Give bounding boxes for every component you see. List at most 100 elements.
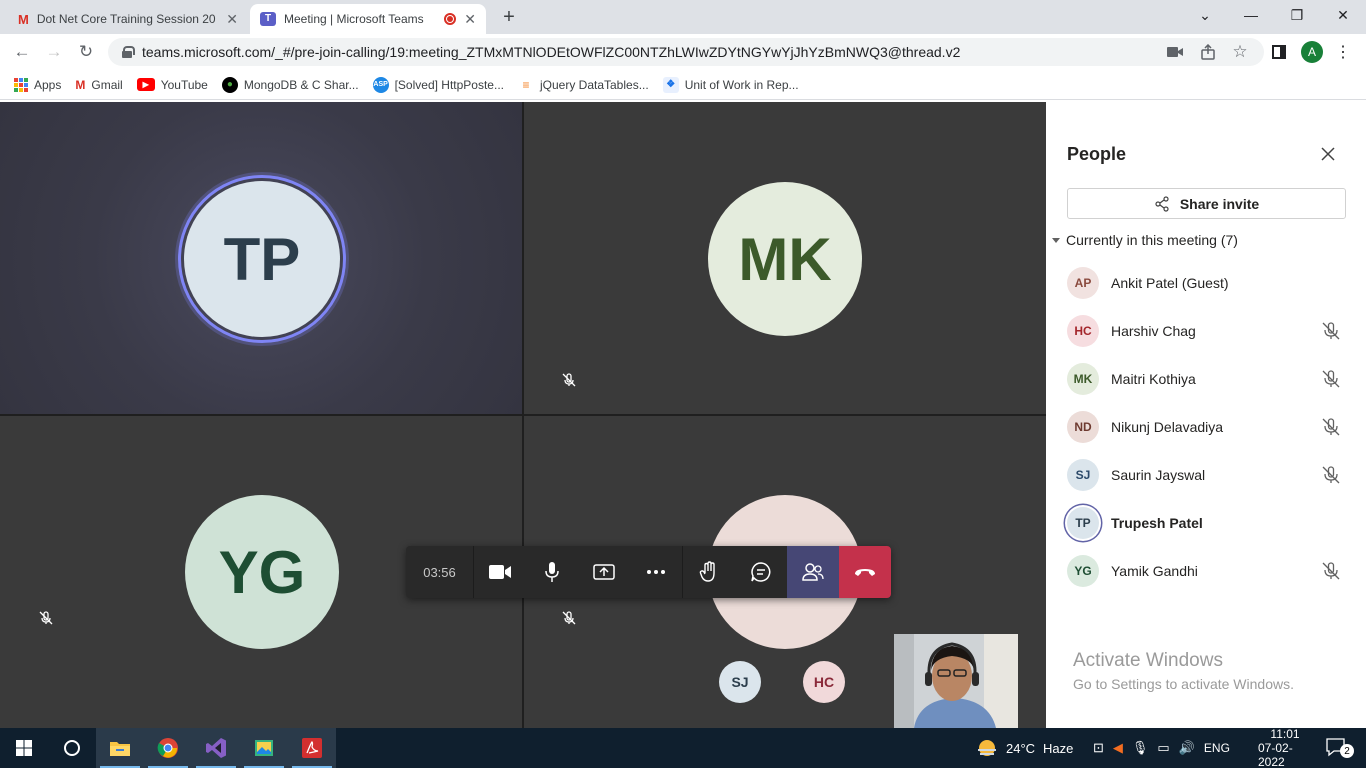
clock-date: 07-02-2022 xyxy=(1258,741,1293,769)
participant-row[interactable]: TP Trupesh Patel xyxy=(1067,505,1347,541)
tab-search-icon[interactable]: ⌄ xyxy=(1182,0,1228,30)
url-text: teams.microsoft.com/_#/pre-join-calling/… xyxy=(142,44,961,60)
meeting-section-header[interactable]: Currently in this meeting (7) xyxy=(1052,232,1238,248)
avatar: MK xyxy=(1067,363,1099,395)
mic-button[interactable] xyxy=(526,546,578,598)
bookmark-jquery[interactable]: ≡ jQuery DataTables... xyxy=(517,76,649,93)
visual-studio-icon[interactable] xyxy=(192,728,240,768)
overflow-avatar[interactable]: SJ xyxy=(719,661,761,703)
raise-hand-button[interactable] xyxy=(683,546,735,598)
weather-condition: Haze xyxy=(1043,740,1074,756)
mongodb-icon: ● xyxy=(221,76,238,93)
self-video-preview[interactable] xyxy=(894,634,1018,728)
wifi-icon[interactable]: ▭ xyxy=(1157,740,1169,756)
blog-icon: ❖ xyxy=(662,76,679,93)
avatar: MK xyxy=(708,182,862,336)
call-controls: 03:56 xyxy=(406,546,891,598)
weather-widget[interactable]: 24°C Haze xyxy=(976,728,1073,768)
language-indicator[interactable]: ENG xyxy=(1204,741,1230,755)
leave-call-button[interactable] xyxy=(839,546,891,598)
share-page-icon[interactable] xyxy=(1197,41,1219,63)
mic-off-icon xyxy=(1322,562,1340,580)
close-window-button[interactable]: ✕ xyxy=(1320,0,1366,30)
bookmark-gmail[interactable]: M Gmail xyxy=(75,78,122,92)
more-dots-icon xyxy=(647,570,665,574)
participant-row[interactable]: YG Yamik Gandhi xyxy=(1067,553,1347,589)
participant-name: Trupesh Patel xyxy=(1111,515,1203,531)
close-icon[interactable] xyxy=(1318,144,1338,164)
participant-name: Saurin Jayswal xyxy=(1111,467,1206,483)
more-actions-button[interactable] xyxy=(630,546,682,598)
tab-gmail[interactable]: M Dot Net Core Training Session 20 ✕ xyxy=(8,4,248,34)
volume-muted-icon[interactable]: ◀ xyxy=(1113,740,1123,756)
minimize-button[interactable]: — xyxy=(1228,0,1274,30)
reload-icon[interactable]: ↻ xyxy=(70,36,102,68)
camera-icon[interactable] xyxy=(1164,41,1186,63)
bookmark-unitofwork[interactable]: ❖ Unit of Work in Rep... xyxy=(662,76,799,93)
chat-bubble-icon xyxy=(751,562,771,582)
share-invite-button[interactable]: Share invite xyxy=(1067,188,1346,219)
side-panel-icon[interactable] xyxy=(1268,41,1290,63)
clock[interactable]: 11:01 07-02-2022 xyxy=(1258,727,1312,769)
tab-teams[interactable]: T Meeting | Microsoft Teams ✕ xyxy=(250,4,486,34)
video-icon xyxy=(489,565,511,579)
windows-start-icon[interactable] xyxy=(0,728,48,768)
menu-kebab-icon[interactable]: ⋮ xyxy=(1332,41,1354,63)
chrome-icon[interactable] xyxy=(144,728,192,768)
image-viewer-icon[interactable] xyxy=(240,728,288,768)
new-tab-button[interactable]: + xyxy=(498,6,520,28)
people-button[interactable] xyxy=(787,546,839,598)
acrobat-icon[interactable] xyxy=(288,728,336,768)
profile-avatar[interactable]: A xyxy=(1301,41,1323,63)
weather-temperature: 24°C xyxy=(1006,740,1036,756)
overflow-avatar[interactable]: HC xyxy=(803,661,845,703)
speaker-icon[interactable]: 🔊 xyxy=(1179,740,1195,756)
participant-name: Harshiv Chag xyxy=(1111,323,1196,339)
participant-row[interactable]: AP Ankit Patel (Guest) xyxy=(1067,265,1347,301)
participant-row[interactable]: SJ Saurin Jayswal xyxy=(1067,457,1347,493)
participant-row[interactable]: MK Maitri Kothiya xyxy=(1067,361,1347,397)
bookmark-youtube[interactable]: ▶ YouTube xyxy=(136,77,208,92)
avatar: ND xyxy=(1067,411,1099,443)
microphone-icon xyxy=(545,562,559,582)
participant-row[interactable]: HC Harshiv Chag xyxy=(1067,313,1347,349)
notification-count: 2 xyxy=(1340,744,1354,758)
participant-row[interactable]: ND Nikunj Delavadiya xyxy=(1067,409,1347,445)
share-icon xyxy=(1155,195,1169,212)
participant-tile[interactable]: TP xyxy=(0,102,522,414)
avatar: TP xyxy=(1067,507,1099,539)
share-screen-button[interactable] xyxy=(578,546,630,598)
forward-icon[interactable]: → xyxy=(38,36,70,68)
cortana-search-icon[interactable] xyxy=(48,728,96,768)
bookmark-httpposted[interactable]: ASP [Solved] HttpPoste... xyxy=(372,76,504,93)
share-tray-icon xyxy=(593,564,615,580)
address-bar[interactable]: teams.microsoft.com/_#/pre-join-calling/… xyxy=(108,38,1264,66)
participant-tile[interactable]: MK xyxy=(524,102,1046,414)
network-icon[interactable]: ⊡ xyxy=(1093,740,1104,756)
microphone-tray-icon[interactable]: 🎙 xyxy=(1132,740,1149,756)
chat-button[interactable] xyxy=(735,546,787,598)
close-tab-icon[interactable]: ✕ xyxy=(464,11,476,28)
notifications-button[interactable]: 2 xyxy=(1322,728,1354,768)
close-tab-icon[interactable]: ✕ xyxy=(226,11,238,28)
panel-title: People xyxy=(1067,144,1127,164)
system-tray: ⊡ ◀ 🎙 ▭ 🔊 ENG xyxy=(1093,728,1230,768)
share-invite-label: Share invite xyxy=(1179,195,1260,212)
watermark-title: Activate Windows xyxy=(1073,650,1223,671)
browser-tab-strip: M Dot Net Core Training Session 20 ✕ T M… xyxy=(0,0,1366,34)
file-explorer-icon[interactable] xyxy=(96,728,144,768)
bookmark-star-icon[interactable]: ☆ xyxy=(1229,41,1251,63)
restore-button[interactable]: ❐ xyxy=(1274,0,1320,30)
apps-grid-icon xyxy=(14,77,28,92)
camera-button[interactable] xyxy=(474,546,526,598)
bookmark-mongodb[interactable]: ● MongoDB & C Shar... xyxy=(221,76,359,93)
mic-off-icon xyxy=(1322,370,1340,388)
bookmark-label: YouTube xyxy=(160,77,208,92)
participant-name: Yamik Gandhi xyxy=(1111,563,1198,579)
bookmark-label: Gmail xyxy=(91,77,123,92)
youtube-icon: ▶ xyxy=(136,78,155,91)
mic-off-icon xyxy=(562,611,576,625)
avatar: YG xyxy=(1067,555,1099,587)
bookmark-apps[interactable]: Apps xyxy=(14,77,61,92)
back-icon[interactable]: ← xyxy=(6,36,38,68)
